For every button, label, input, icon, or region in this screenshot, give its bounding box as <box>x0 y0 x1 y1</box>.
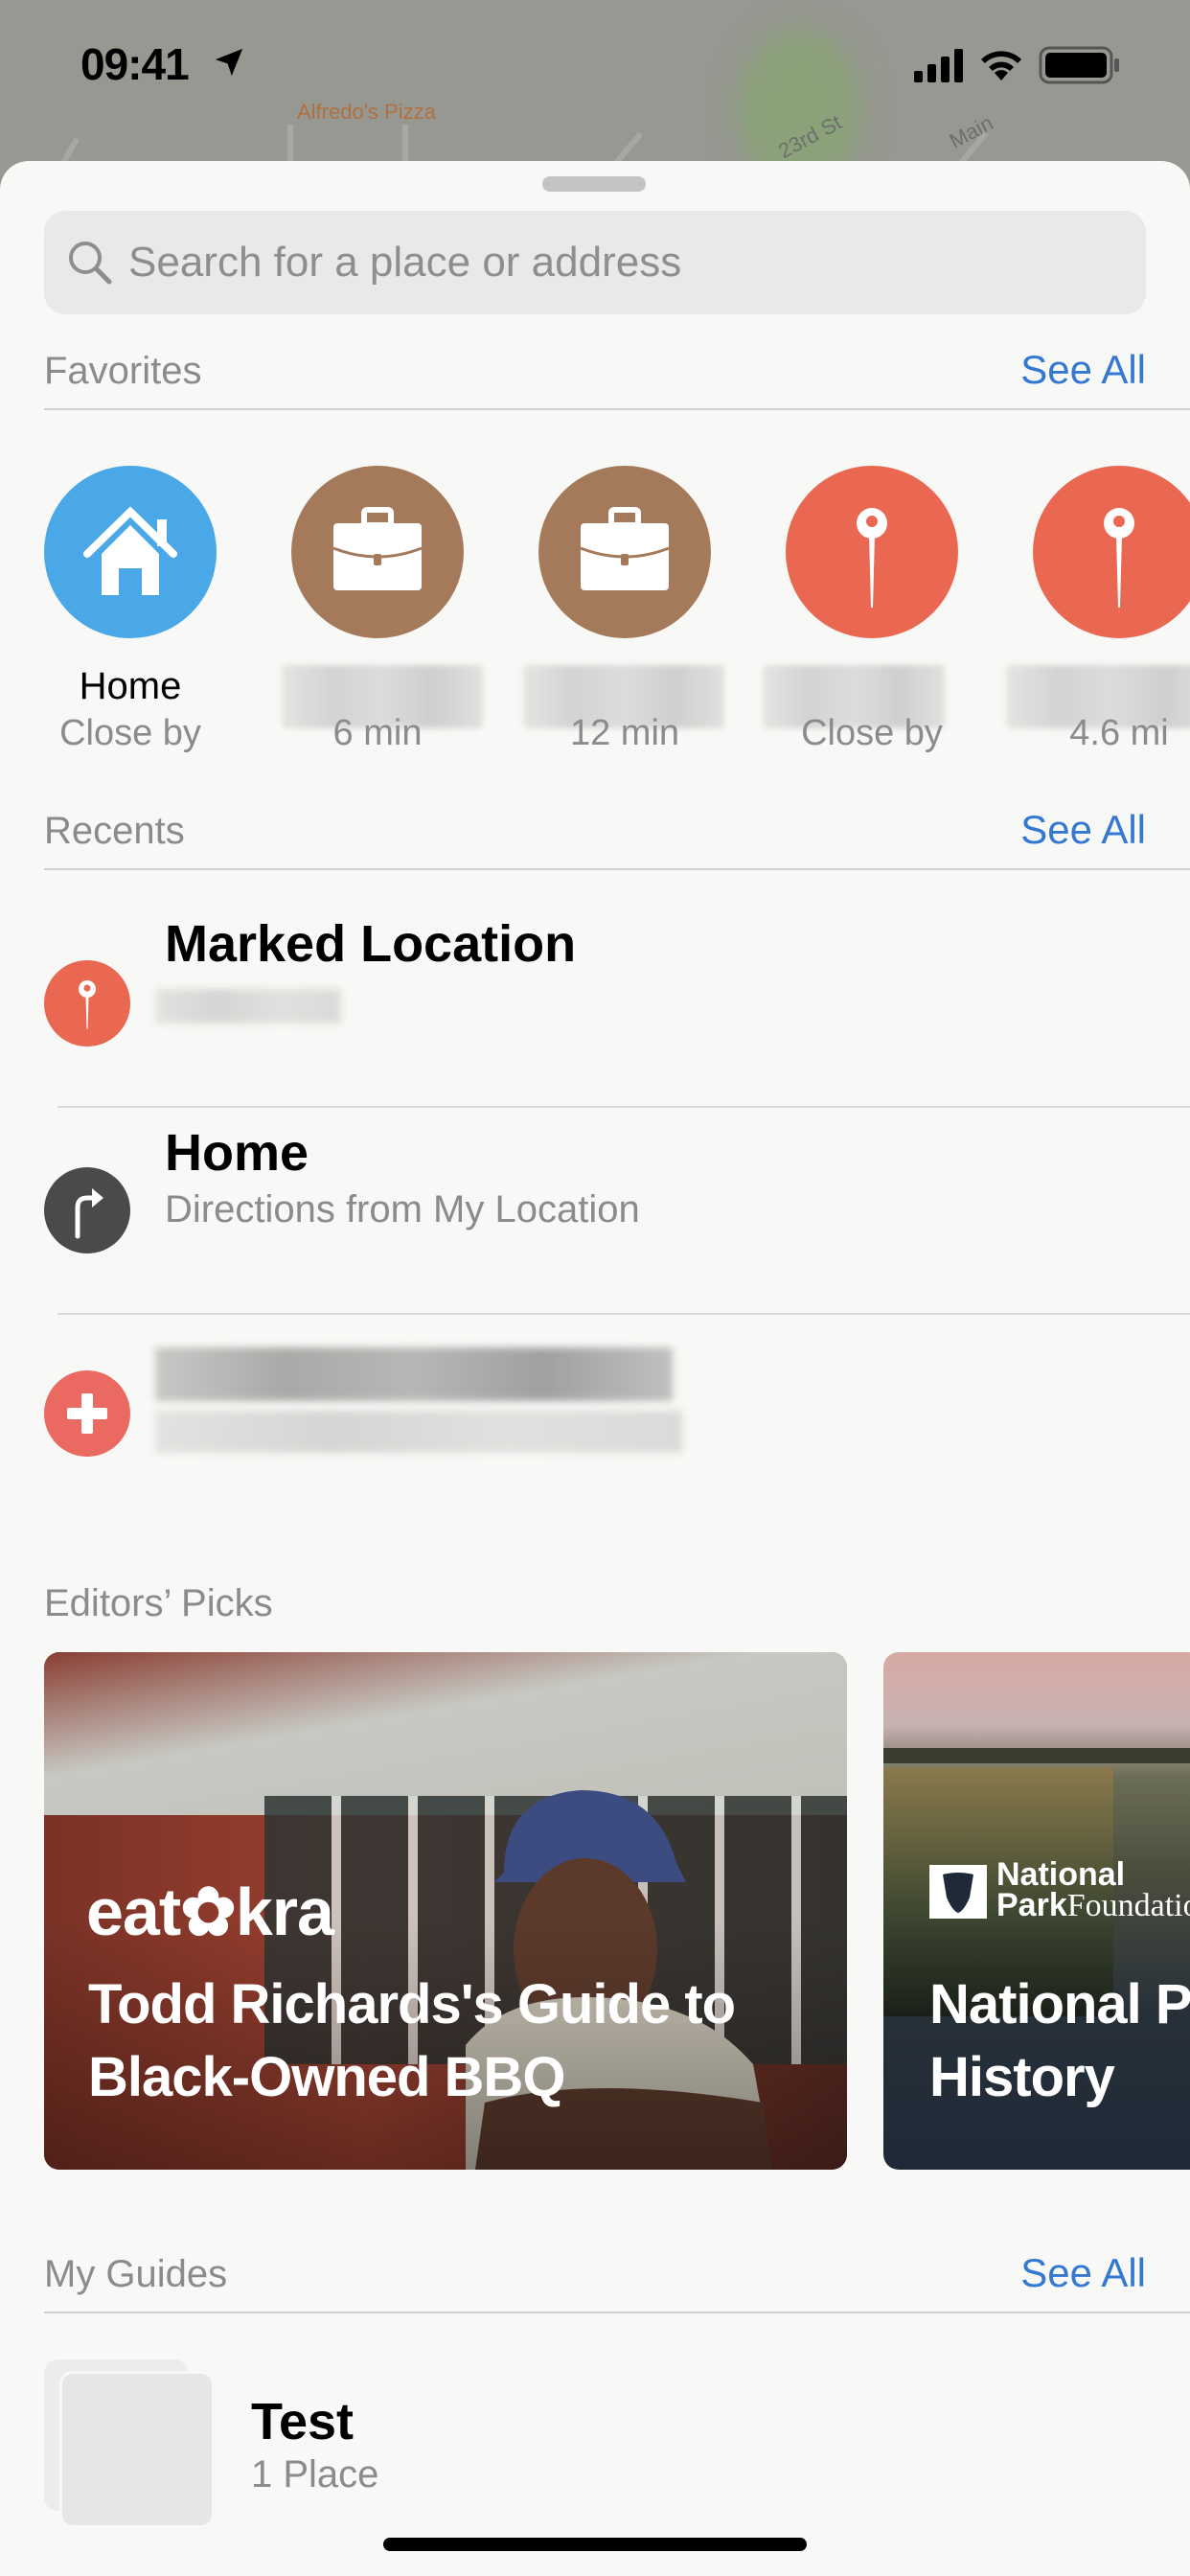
pin-icon <box>786 466 958 638</box>
guide-thumbnail <box>59 2371 215 2528</box>
favorites-title: Favorites <box>44 350 202 392</box>
guide-subtitle: 1 Place <box>251 2453 379 2496</box>
favorite-item[interactable]: Close by <box>742 466 958 772</box>
favorites-list: Home Close by 6 min 12 min Close by 4.6 … <box>0 466 1190 772</box>
brand-line-2: ParkFoundation <box>996 1887 1190 1923</box>
wifi-icon <box>981 51 1021 80</box>
guide-item[interactable]: Test 1 Place <box>0 2346 1190 2538</box>
my-guides-header: My Guides See All <box>44 2246 1190 2313</box>
card-title: Todd Richards's Guide to Black-Owned BBQ <box>88 1973 736 2108</box>
editors-picks-title: Editors’ Picks <box>44 1582 273 1624</box>
recents-header: Recents See All <box>44 803 1190 870</box>
status-bar: 09:41 <box>0 0 1190 134</box>
pin-icon <box>44 960 130 1046</box>
arrowhead-logo-icon <box>929 1865 987 1919</box>
search-sheet: Favorites See All Home Close by <box>0 161 1190 2576</box>
redacted-subtitle <box>155 1411 682 1453</box>
favorite-item-home[interactable]: Home Close by <box>0 466 217 772</box>
briefcase-icon <box>538 466 711 638</box>
status-time: 09:41 <box>80 39 190 89</box>
brand-park: Park <box>996 1887 1067 1923</box>
editors-picks-header: Editors’ Picks <box>44 1574 1190 1644</box>
home-indicator[interactable] <box>383 2538 807 2551</box>
pin-icon <box>1033 466 1190 638</box>
turn-right-arrow-icon <box>44 1167 130 1254</box>
card-image <box>883 1748 1190 1763</box>
favorite-detail: 4.6 mi <box>1069 713 1169 753</box>
redacted-title <box>155 1347 673 1401</box>
location-arrow-icon <box>215 48 243 77</box>
card-brand-logo: National ParkFoundation <box>996 1856 1190 1923</box>
recents-title: Recents <box>44 810 185 852</box>
recent-subtitle: Directions from My Location <box>165 1188 640 1230</box>
editors-pick-card[interactable]: National ParkFoundation National Parks a… <box>883 1652 1190 2170</box>
favorite-detail: Close by <box>801 713 943 753</box>
recent-item[interactable] <box>0 1311 1190 1518</box>
brand-line-1: National <box>996 1856 1126 1893</box>
guide-title: Test <box>251 2393 355 2450</box>
my-guides-see-all-button[interactable]: See All <box>1020 2250 1146 2296</box>
favorite-name: Home <box>79 665 182 707</box>
favorite-item[interactable]: 6 min <box>247 466 483 772</box>
medical-cross-icon <box>44 1370 130 1457</box>
card-title: National Parks and Black History <box>929 1973 1190 2108</box>
brand-foundation: Foundation <box>1066 1888 1190 1923</box>
recent-title: Home <box>165 1124 309 1182</box>
search-input[interactable] <box>128 232 1125 293</box>
briefcase-icon <box>291 466 464 638</box>
favorite-item[interactable]: 12 min <box>494 466 724 772</box>
editors-pick-card[interactable]: eat✿kra Todd Richards's Guide to Black-O… <box>44 1652 847 2170</box>
redacted-subtitle <box>155 989 341 1024</box>
home-icon <box>44 466 217 638</box>
search-bar[interactable] <box>44 211 1146 314</box>
divider <box>44 408 1190 410</box>
cellular-signal-icon <box>914 49 963 82</box>
favorites-see-all-button[interactable]: See All <box>1020 347 1146 393</box>
search-icon <box>69 242 112 285</box>
recent-item-marked-location[interactable]: Marked Location <box>0 872 1190 1079</box>
my-guides-title: My Guides <box>44 2253 228 2295</box>
favorite-detail: 6 min <box>332 713 423 753</box>
favorite-detail: 12 min <box>569 713 680 753</box>
battery-icon <box>1039 46 1119 84</box>
recents-see-all-button[interactable]: See All <box>1020 807 1146 853</box>
recent-item-home[interactable]: Home Directions from My Location <box>0 1081 1190 1288</box>
divider <box>44 868 1190 870</box>
favorite-item[interactable]: 4.6 mi <box>989 466 1190 772</box>
sheet-grabber[interactable] <box>542 176 646 192</box>
card-brand-logo: eat✿kra <box>86 1874 334 1949</box>
editors-picks-carousel[interactable]: eat✿kra Todd Richards's Guide to Black-O… <box>0 1652 1190 2170</box>
recent-title: Marked Location <box>165 915 577 973</box>
favorites-header: Favorites See All <box>44 343 1190 410</box>
favorite-detail: Close by <box>59 713 201 753</box>
divider <box>44 2312 1190 2313</box>
